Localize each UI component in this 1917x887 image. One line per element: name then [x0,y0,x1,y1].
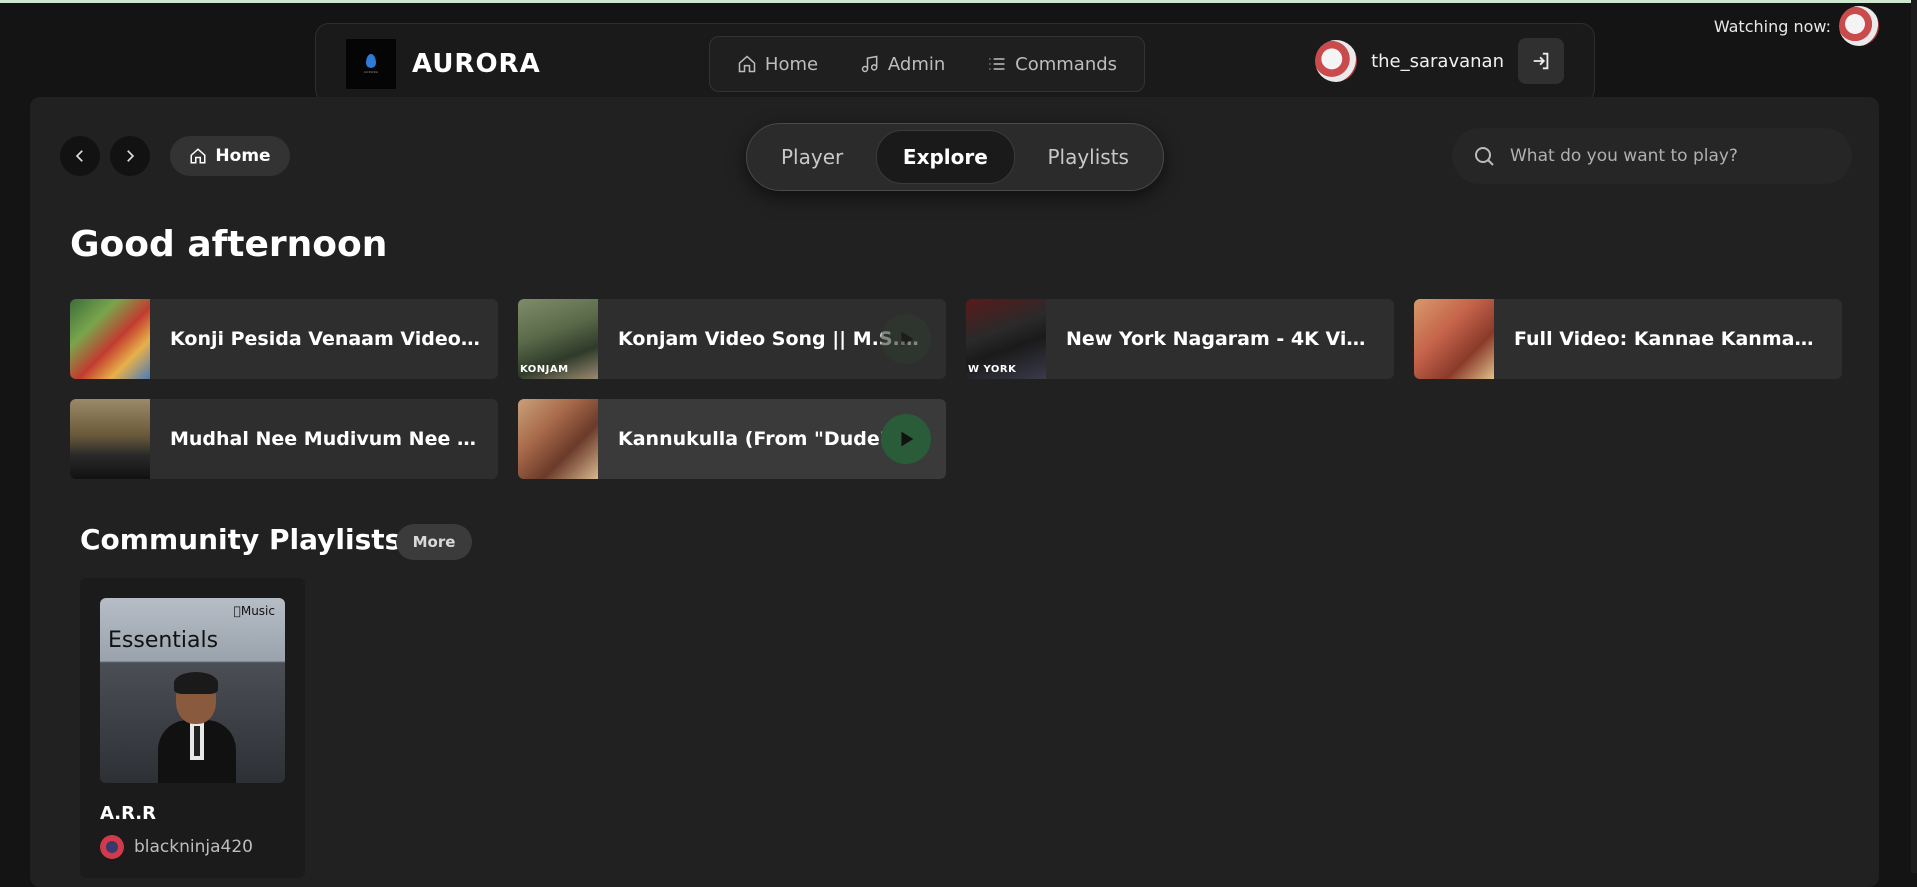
nav-admin[interactable]: Admin [860,54,945,75]
search-input[interactable] [1508,145,1832,167]
playlist-cover: Music Essentials [100,598,285,783]
user-menu: the_saravanan [1315,38,1564,84]
watching-now: Watching now: [1714,6,1879,46]
nav-home[interactable]: Home [737,54,818,75]
quick-pick-title: New York Nagaram - 4K Video ... [1066,328,1376,350]
greeting-heading: Good afternoon [70,224,388,265]
quick-pick-thumb-caption: W YORK [968,364,1017,375]
quick-pick-item[interactable]: Mudhal Nee Mudivum Nee Titl... [70,399,498,479]
nav-commands[interactable]: Commands [987,54,1117,75]
brand[interactable]: AURORA AURORA [346,39,541,89]
search-bar[interactable] [1452,128,1852,184]
quick-pick-thumbnail: KONJAM [518,299,598,379]
quick-pick-item[interactable]: Kannukulla (From "Dude") [518,399,946,479]
owner-avatar [100,835,124,859]
username: the_saravanan [1371,50,1504,72]
quick-pick-item[interactable]: Konji Pesida Venaam Video So... [70,299,498,379]
quick-pick-thumbnail [518,399,598,479]
nav-commands-label: Commands [1015,53,1118,75]
quick-pick-item[interactable]: W YORK New York Nagaram - 4K Video ... [966,299,1394,379]
more-button[interactable]: More [396,524,472,560]
cover-artist-photo [158,672,236,783]
page-scrollbar[interactable] [1911,0,1917,873]
brand-name: AURORA [412,49,541,79]
playlist-owner: blackninja420 [100,835,253,859]
home-icon [190,148,206,164]
quick-pick-title: Mudhal Nee Mudivum Nee Titl... [170,428,480,450]
quick-pick-thumbnail: W YORK [966,299,1046,379]
logout-icon [1533,52,1549,70]
watching-now-label: Watching now: [1713,16,1831,36]
music-note-icon [861,55,878,73]
owner-name: blackninja420 [134,837,253,857]
breadcrumb-home-label: Home [215,146,271,166]
quick-pick-item[interactable]: KONJAM Konjam Video Song || M.S.Dho... [518,299,946,379]
droplet-icon [366,54,376,68]
cover-title: Essentials [108,628,219,653]
top-navbar: AURORA AURORA Home Admin Commands the_sa… [315,23,1595,103]
quick-pick-title: Kannukulla (From "Dude") [618,428,899,450]
play-button[interactable] [881,314,931,364]
forward-button[interactable] [110,136,150,176]
back-button[interactable] [60,136,100,176]
brand-logo: AURORA [346,39,396,89]
chevron-right-icon [127,150,135,162]
tab-playlists[interactable]: Playlists [1021,131,1155,183]
home-icon [738,55,756,73]
logout-button[interactable] [1518,38,1564,84]
quick-pick-thumbnail [70,399,150,479]
quick-pick-item[interactable]: Full Video: Kannae Kanmaniye... [1414,299,1842,379]
play-icon [901,331,914,347]
apple-music-label: Music [240,604,275,618]
breadcrumb-home[interactable]: Home [170,136,290,176]
quick-pick-title: Full Video: Kannae Kanmaniye... [1514,328,1824,350]
nav-admin-label: Admin [887,53,946,75]
nav-home-label: Home [764,53,819,75]
watching-user-avatar[interactable] [1839,6,1879,46]
main-panel: Home Player Explore Playlists Good after… [30,97,1879,887]
view-tabs: Player Explore Playlists [746,123,1164,191]
apple-music-logo: Music [234,604,275,618]
quick-pick-thumbnail [70,299,150,379]
tab-player[interactable]: Player [755,131,869,183]
main-nav: Home Admin Commands [709,36,1145,92]
play-button[interactable] [881,414,931,464]
playlist-title: A.R.R [100,803,156,824]
playlist-card[interactable]: Music Essentials A.R.R blackninja420 [80,578,305,878]
brand-logo-text: AURORA [363,70,379,74]
play-icon [901,431,914,447]
quick-pick-thumb-caption: KONJAM [520,364,569,375]
search-icon [1475,147,1494,166]
window-top-border [0,0,1917,3]
tab-explore[interactable]: Explore [875,130,1015,184]
community-playlists-heading: Community Playlists [80,523,402,556]
quick-pick-title: Konji Pesida Venaam Video So... [170,328,480,350]
list-icon [989,58,1005,70]
quick-pick-thumbnail [1414,299,1494,379]
chevron-left-icon [75,150,83,162]
user-avatar[interactable] [1315,40,1358,82]
